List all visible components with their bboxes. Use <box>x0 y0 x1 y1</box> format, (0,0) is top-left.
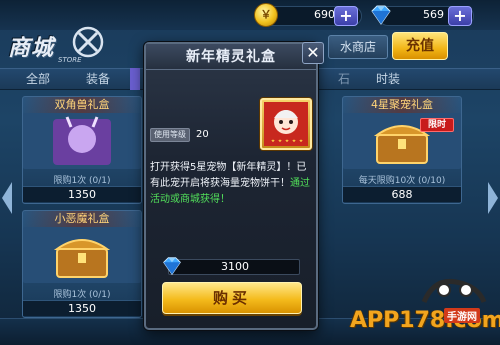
category-tab-fashion[interactable]: 时装 <box>376 70 400 88</box>
modal-title: 新年精灵礼盒 <box>186 49 276 65</box>
new-year-spirit-gift-icon <box>264 102 308 146</box>
card-title: 小恶魔礼盒 <box>23 211 141 227</box>
coin-icon: ￥ <box>254 3 278 27</box>
card-limit: 限购1次 (0/1) <box>53 290 111 300</box>
item-price: 3100 <box>221 260 249 273</box>
limited-time-badge: 限时 <box>420 118 454 132</box>
category-tab-equipment[interactable]: 装备 <box>86 70 110 88</box>
buy-button[interactable]: 购买 <box>162 282 302 314</box>
scroll-right-arrow-icon[interactable] <box>486 180 500 216</box>
gem-icon <box>371 5 391 25</box>
tab-shop[interactable]: 水商店 <box>328 35 388 59</box>
card-price: 1350 <box>23 186 141 202</box>
card-title: 4星聚宠礼盒 <box>343 97 461 113</box>
store-logo-emblem-icon <box>72 26 104 58</box>
add-gems-button[interactable]: + <box>448 6 472 26</box>
add-coins-button[interactable]: + <box>334 6 358 26</box>
shop-card-4star-pet-box[interactable]: 4星聚宠礼盒 每天限购10次 (0/10) 688 <box>342 96 462 204</box>
category-tab-stone[interactable]: 石 <box>338 70 350 88</box>
card-limit: 每天限购10次 (0/10) <box>358 176 446 186</box>
recharge-button[interactable]: 充值 <box>392 32 448 60</box>
watermark-subtext: 手游网 <box>444 308 480 323</box>
shop-card-bicorn-box[interactable]: 双角兽礼盒 限购1次 (0/1) 1350 <box>22 96 142 204</box>
watermark-art-icon <box>421 278 487 304</box>
category-active-indicator <box>130 68 140 90</box>
use-level-label: 使用等级 <box>150 128 190 142</box>
card-price: 688 <box>343 186 461 202</box>
scroll-left-arrow-icon[interactable] <box>0 180 14 216</box>
card-limit: 限购1次 (0/1) <box>53 176 111 186</box>
store-logo-text: 商城 <box>8 36 55 61</box>
category-tab-all[interactable]: 全部 <box>26 70 50 88</box>
bicorn-box-art-icon <box>23 113 141 169</box>
card-price: 1350 <box>23 300 141 316</box>
use-level-value: 20 <box>196 129 209 140</box>
close-button[interactable]: ✕ <box>302 42 324 64</box>
gem-icon <box>163 257 181 276</box>
card-title: 双角兽礼盒 <box>23 97 141 113</box>
item-description-main: 打开获得5星宠物【新年精灵】！已有此宠开启将获海量宠物饼干！ <box>150 162 307 189</box>
store-logo-subtitle: STORE <box>58 56 82 64</box>
shop-card-imp-box[interactable]: 小恶魔礼盒 限购1次 (0/1) 1350 <box>22 210 142 318</box>
gem-balance: 569 <box>423 8 444 21</box>
treasure-chest-icon <box>23 227 141 283</box>
item-description: 打开获得5星宠物【新年精灵】！已有此宠开启将获海量宠物饼干！通过活动或商城获得！ <box>150 160 316 208</box>
coin-balance: 6909 <box>314 8 342 21</box>
